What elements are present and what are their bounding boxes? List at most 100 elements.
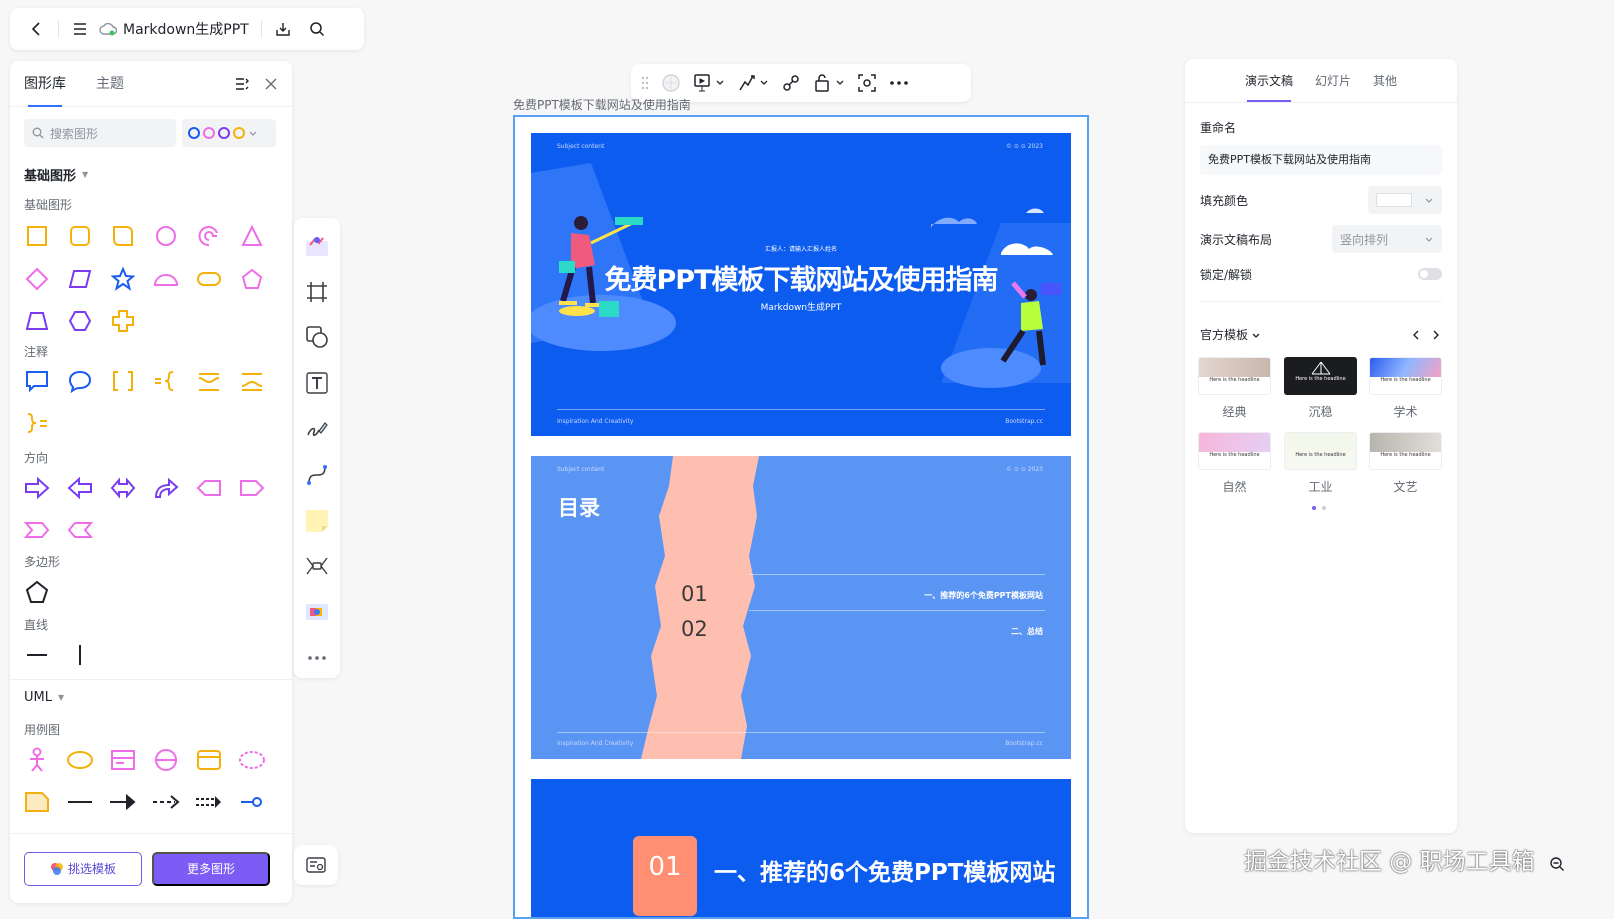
fill-color-select[interactable] <box>1368 186 1442 214</box>
triangle-shape[interactable] <box>237 221 267 251</box>
text-tool-icon[interactable] <box>299 363 335 403</box>
back-icon[interactable] <box>20 12 54 46</box>
circle-shape[interactable] <box>151 221 181 251</box>
curved-arrow-shape[interactable] <box>151 473 181 503</box>
pen-tool-icon[interactable] <box>299 409 335 449</box>
sticky-note-icon[interactable] <box>299 501 335 541</box>
connector-tool-icon[interactable] <box>299 455 335 495</box>
top-bracket-shape[interactable] <box>194 366 224 396</box>
mindmap-tool-icon[interactable] <box>299 547 335 587</box>
parallelogram-shape[interactable] <box>65 264 95 294</box>
chevron-right-shape[interactable] <box>22 515 52 545</box>
shape-color-select[interactable] <box>182 119 276 147</box>
tab-other[interactable]: 其他 <box>1373 59 1397 102</box>
tab-presentation[interactable]: 演示文稿 <box>1245 59 1293 102</box>
minimap-toggle-icon[interactable] <box>294 845 338 885</box>
oval-callout-shape[interactable] <box>65 366 95 396</box>
present-icon[interactable] <box>689 68 729 98</box>
document-title[interactable]: Markdown生成PPT <box>123 19 249 39</box>
close-icon[interactable] <box>264 76 278 92</box>
horizontal-line-shape[interactable] <box>22 640 52 670</box>
vertical-line-shape[interactable] <box>65 640 95 670</box>
search-input[interactable]: 搜索图形 <box>24 119 176 147</box>
star-shape[interactable] <box>108 264 138 294</box>
template-classic[interactable]: Here is the headline <box>1198 357 1271 395</box>
animation-icon[interactable] <box>733 68 773 98</box>
association-line-shape[interactable] <box>65 787 95 817</box>
slide-section-1[interactable]: 01 一、推荐的6个免费PPT模板网站 <box>531 779 1071 917</box>
interface-lollipop-shape[interactable] <box>237 787 267 817</box>
tab-theme[interactable]: 主题 <box>96 61 124 107</box>
arrow-double-shape[interactable] <box>108 473 138 503</box>
partial-circle-shape[interactable] <box>194 221 224 251</box>
pick-template-button[interactable]: 挑选模板 <box>24 851 142 886</box>
rename-input[interactable]: 免费PPT模板下载网站及使用指南 <box>1200 145 1442 175</box>
rounded-rectangle-shape[interactable] <box>108 221 138 251</box>
layout-select[interactable]: 竖向排列 <box>1332 225 1442 253</box>
template-gallery-icon[interactable] <box>299 226 335 266</box>
frame-tool-icon[interactable] <box>299 272 335 312</box>
semicircle-shape[interactable] <box>151 264 181 294</box>
focus-view-icon[interactable] <box>853 68 881 98</box>
more-icon[interactable] <box>299 638 335 678</box>
frame-label[interactable]: 免费PPT模板下载网站及使用指南 <box>513 96 691 113</box>
menu-icon[interactable] <box>63 12 97 46</box>
note-shape[interactable] <box>22 787 52 817</box>
download-icon[interactable] <box>266 12 300 46</box>
more-shapes-button[interactable]: 更多图形 <box>152 851 270 886</box>
section-basic-shapes[interactable]: 基础图形 ▼ <box>10 165 102 184</box>
more-icon[interactable] <box>885 68 913 98</box>
hexagon-shape[interactable] <box>65 306 95 336</box>
cross-shape[interactable] <box>108 306 138 336</box>
pentagon-shape[interactable] <box>237 264 267 294</box>
brace-annotation-shape[interactable] <box>151 366 181 396</box>
fill-color-icon[interactable] <box>657 68 685 98</box>
component-box-shape[interactable] <box>194 745 224 775</box>
arrow-left-shape[interactable] <box>65 473 95 503</box>
zoom-out-icon[interactable] <box>1549 856 1565 872</box>
template-nature[interactable]: Here is the headline <box>1198 432 1271 470</box>
class-box-shape[interactable] <box>108 745 138 775</box>
square-shape[interactable] <box>22 221 52 251</box>
bottom-bracket-shape[interactable] <box>237 366 267 396</box>
slide-contents[interactable]: Subject content © ⊙ ⊙ 2023 目录 01 02 一、推荐… <box>531 456 1071 759</box>
template-literary[interactable]: Here is the headline <box>1369 432 1442 470</box>
tab-shape-library[interactable]: 图形库 <box>24 61 66 107</box>
trapezoid-shape[interactable] <box>22 306 52 336</box>
template-industry[interactable]: Here is the headline <box>1284 432 1357 470</box>
insert-media-icon[interactable] <box>299 592 335 632</box>
template-academic[interactable]: Here is the headline <box>1369 357 1442 395</box>
diamond-shape[interactable] <box>22 264 52 294</box>
brackets-shape[interactable] <box>108 366 138 396</box>
tab-slide[interactable]: 幻灯片 <box>1315 59 1351 102</box>
rect-callout-shape[interactable] <box>22 366 52 396</box>
tag-left-shape[interactable] <box>194 473 224 503</box>
drag-handle-icon[interactable] <box>637 68 653 98</box>
section-uml[interactable]: UML ▼ <box>10 690 78 705</box>
lock-icon[interactable] <box>809 68 849 98</box>
dashed-ellipse-shape[interactable] <box>237 745 267 775</box>
boundary-ellipse-shape[interactable] <box>151 745 181 775</box>
pentagon-polygon-shape[interactable] <box>22 577 52 607</box>
slide-cover[interactable]: Subject content © ⊙ ⊙ 2023 汇报人：请输入汇报人姓名 … <box>531 133 1071 436</box>
lock-toggle[interactable] <box>1418 268 1442 280</box>
stadium-shape[interactable] <box>194 264 224 294</box>
rounded-square-shape[interactable] <box>65 221 95 251</box>
shape-tool-icon[interactable] <box>299 318 335 358</box>
list-settings-icon[interactable] <box>234 76 250 92</box>
presentation-frame[interactable]: Subject content © ⊙ ⊙ 2023 汇报人：请输入汇报人姓名 … <box>513 115 1089 919</box>
templates-label[interactable]: 官方模板 <box>1200 326 1248 343</box>
usecase-ellipse-shape[interactable] <box>65 745 95 775</box>
template-pager[interactable] <box>1312 506 1326 510</box>
tag-right-shape[interactable] <box>237 473 267 503</box>
template-steady[interactable]: Here is the headline <box>1284 357 1357 395</box>
link-icon[interactable] <box>777 68 805 98</box>
include-arrow-shape[interactable] <box>194 787 224 817</box>
dependency-arrow-shape[interactable] <box>151 787 181 817</box>
arrow-right-shape[interactable] <box>22 473 52 503</box>
chevron-left-shape[interactable] <box>65 515 95 545</box>
actor-shape[interactable] <box>22 745 52 775</box>
brace-right-shape[interactable] <box>22 409 52 439</box>
search-icon[interactable] <box>300 12 334 46</box>
directed-association-shape[interactable] <box>108 787 138 817</box>
